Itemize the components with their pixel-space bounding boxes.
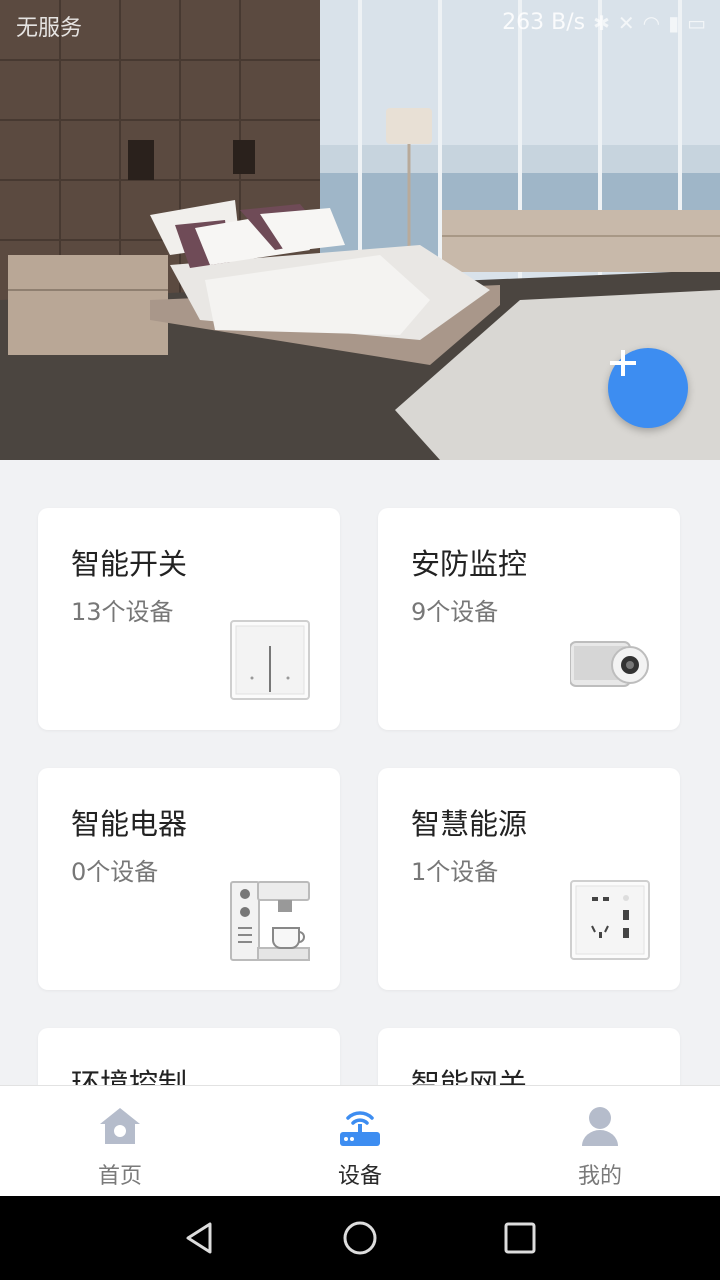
wifi-icon: ◠ [642, 10, 661, 35]
status-bar: 无服务 263 B/s ✱ ✕ ◠ ▮ ▭ [0, 0, 720, 50]
recent-apps-icon[interactable] [500, 1218, 540, 1258]
category-card-security[interactable]: 安防监控 9个设备 [378, 508, 680, 730]
category-card-switch[interactable]: 智能开关 13个设备 [38, 508, 340, 730]
router-icon [340, 1111, 380, 1146]
category-title: 安防监控 [411, 547, 528, 581]
device-count: 13个设备 [71, 598, 174, 626]
battery-icon: ▭ [687, 10, 706, 35]
socket-icon [570, 880, 650, 960]
switch-icon [230, 620, 310, 700]
tab-profile[interactable]: 我的 [480, 1086, 720, 1196]
device-count: 9个设备 [411, 598, 499, 626]
home-button-icon[interactable] [340, 1218, 380, 1258]
category-title: 智能开关 [71, 547, 188, 581]
category-card-appliance[interactable]: 智能电器 0个设备 [38, 768, 340, 990]
plus-icon [610, 350, 636, 376]
add-device-button[interactable] [608, 348, 688, 428]
signal-icon: ▮ [668, 10, 680, 35]
network-speed: 263 B/s [502, 10, 586, 35]
carrier-label: 无服务 [16, 16, 83, 41]
tab-devices[interactable]: 设备 [240, 1086, 480, 1196]
mute-icon: ✕ [617, 10, 635, 35]
tab-label: 首页 [97, 1164, 142, 1189]
device-count: 1个设备 [411, 858, 499, 886]
system-navigation-bar [0, 1196, 720, 1280]
device-count: 0个设备 [71, 858, 159, 886]
bluetooth-icon: ✱ [593, 10, 610, 35]
coffee-machine-icon [230, 881, 310, 961]
room-banner: 无服务 263 B/s ✱ ✕ ◠ ▮ ▭ [0, 0, 720, 460]
person-icon [582, 1107, 618, 1146]
devices-screen: 无服务 263 B/s ✱ ✕ ◠ ▮ ▭ 智能开关 13个设备 安防监控 9个… [0, 0, 720, 1196]
category-card-energy[interactable]: 智慧能源 1个设备 [378, 768, 680, 990]
camera-icon [570, 641, 649, 687]
category-title: 智能电器 [71, 807, 188, 841]
tab-home[interactable]: 首页 [0, 1086, 240, 1196]
tab-label: 我的 [577, 1164, 622, 1189]
bottom-tab-bar: 首页 设备 我的 [0, 1085, 720, 1196]
category-title: 智慧能源 [411, 807, 528, 841]
back-icon[interactable] [180, 1218, 220, 1258]
tab-label: 设备 [337, 1164, 382, 1189]
home-icon [100, 1108, 140, 1144]
